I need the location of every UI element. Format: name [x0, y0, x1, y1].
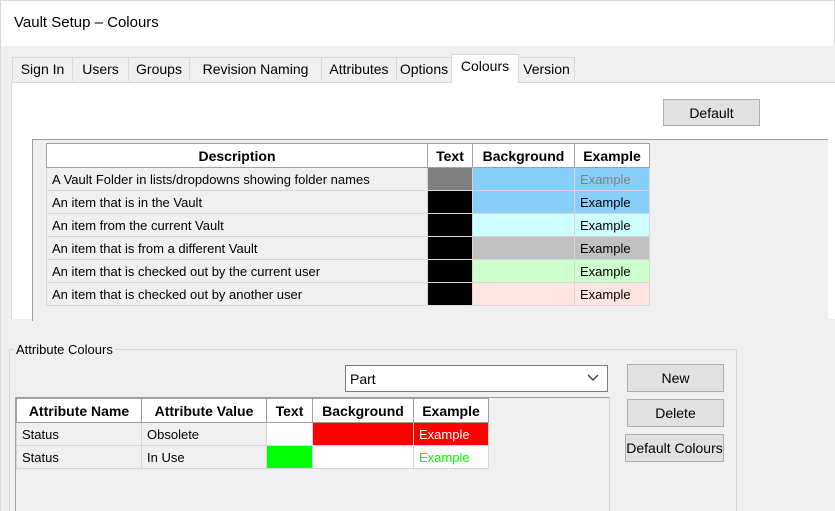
attribute-type-select[interactable]: Part	[345, 365, 608, 392]
example-cell: Example	[413, 422, 489, 446]
example-cell: Example	[574, 259, 650, 283]
window-title: Vault Setup – Colours	[14, 14, 159, 31]
table-row[interactable]: An item that is checked out by the curre…	[46, 259, 650, 283]
row-description: An item from the current Vault	[46, 213, 428, 237]
attribute-colours-label: Attribute Colours	[14, 342, 115, 357]
table-row[interactable]: An item that is from a different Vault E…	[46, 236, 650, 260]
chevron-down-icon	[587, 374, 599, 381]
table-row[interactable]: An item that is checked out by another u…	[46, 282, 650, 306]
tab-sign-in[interactable]: Sign In	[12, 57, 73, 81]
text-colour-swatch[interactable]	[427, 282, 473, 306]
background-colour-swatch[interactable]	[472, 282, 575, 306]
default-button[interactable]: Default	[663, 99, 760, 126]
attribute-colours-grid: Attribute Name Attribute Value Text Back…	[15, 397, 610, 511]
tab-version[interactable]: Version	[518, 57, 575, 81]
text-colour-swatch[interactable]	[266, 445, 313, 469]
attribute-value-cell: Obsolete	[141, 422, 267, 446]
attribute-name-cell: Status	[16, 445, 142, 469]
tab-revision-naming[interactable]: Revision Naming	[189, 57, 322, 81]
column-header-attribute-name[interactable]: Attribute Name	[16, 398, 142, 423]
example-cell: Example	[574, 236, 650, 260]
table-row[interactable]: An item that is in the Vault Example	[46, 190, 650, 214]
background-colour-swatch[interactable]	[472, 190, 575, 214]
row-description: An item that is checked out by the curre…	[46, 259, 428, 283]
example-cell: Example	[574, 282, 650, 306]
column-header-text[interactable]: Text	[427, 143, 473, 168]
text-colour-swatch[interactable]	[427, 190, 473, 214]
example-cell: Example	[574, 190, 650, 214]
column-header-background[interactable]: Background	[472, 143, 575, 168]
column-header-background[interactable]: Background	[312, 398, 414, 423]
table-row[interactable]: An item from the current Vault Example	[46, 213, 650, 237]
tab-options[interactable]: Options	[396, 57, 452, 81]
background-colour-swatch[interactable]	[312, 445, 414, 469]
colours-tab-panel: Default Description Text Background Exam…	[11, 82, 835, 321]
background-colour-swatch[interactable]	[472, 236, 575, 260]
column-header-attribute-value[interactable]: Attribute Value	[141, 398, 267, 423]
attribute-colours-table: Attribute Name Attribute Value Text Back…	[16, 398, 489, 469]
table-row[interactable]: Status In Use Example	[16, 445, 489, 469]
colours-table: Description Text Background Example A Va…	[46, 143, 650, 306]
column-header-description[interactable]: Description	[46, 143, 428, 168]
row-description: A Vault Folder in lists/dropdowns showin…	[46, 167, 428, 191]
row-description: An item that is in the Vault	[46, 190, 428, 214]
colours-grid: Description Text Background Example A Va…	[32, 139, 828, 321]
text-colour-swatch[interactable]	[427, 259, 473, 283]
delete-button[interactable]: Delete	[627, 399, 724, 427]
column-header-example[interactable]: Example	[574, 143, 650, 168]
example-cell: Example	[574, 213, 650, 237]
text-colour-swatch[interactable]	[427, 167, 473, 191]
row-description: An item that is checked out by another u…	[46, 282, 428, 306]
attribute-value-cell: In Use	[141, 445, 267, 469]
background-colour-swatch[interactable]	[472, 259, 575, 283]
new-button[interactable]: New	[627, 364, 724, 392]
table-row[interactable]: Status Obsolete Example	[16, 422, 489, 446]
column-header-text[interactable]: Text	[266, 398, 313, 423]
attribute-name-cell: Status	[16, 422, 142, 446]
table-row[interactable]: A Vault Folder in lists/dropdowns showin…	[46, 167, 650, 191]
tab-groups[interactable]: Groups	[128, 57, 190, 81]
title-bar: Vault Setup – Colours	[0, 0, 835, 46]
example-cell: Example	[574, 167, 650, 191]
background-colour-swatch[interactable]	[312, 422, 414, 446]
attribute-type-value: Part	[350, 371, 376, 387]
text-colour-swatch[interactable]	[427, 213, 473, 237]
example-cell: Example	[413, 445, 489, 469]
tab-users[interactable]: Users	[72, 57, 129, 81]
tab-colours[interactable]: Colours	[451, 54, 519, 83]
text-colour-swatch[interactable]	[427, 236, 473, 260]
column-header-example[interactable]: Example	[413, 398, 489, 423]
background-colour-swatch[interactable]	[472, 167, 575, 191]
text-colour-swatch[interactable]	[266, 422, 313, 446]
row-description: An item that is from a different Vault	[46, 236, 428, 260]
tab-attributes[interactable]: Attributes	[321, 57, 397, 81]
background-colour-swatch[interactable]	[472, 213, 575, 237]
default-colours-button[interactable]: Default Colours	[625, 434, 724, 462]
